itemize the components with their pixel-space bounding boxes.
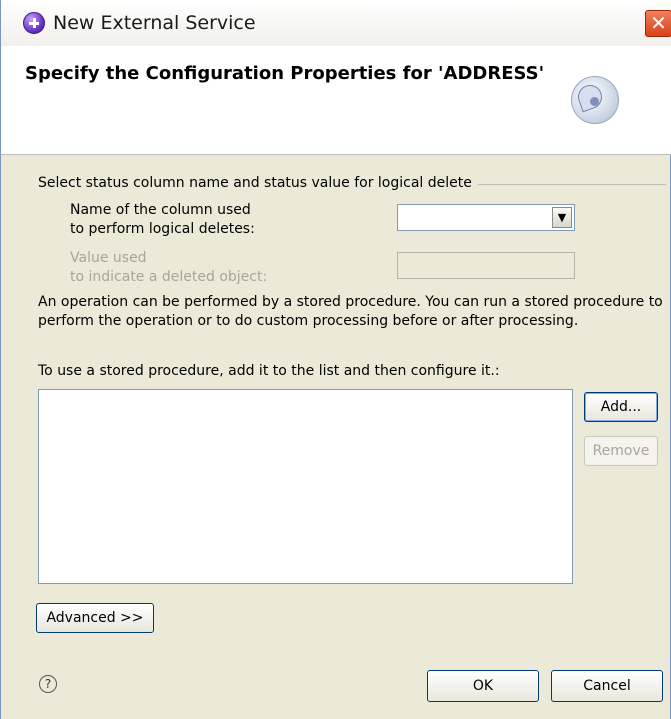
wizard-banner: Specify the Configuration Properties for… (1, 46, 671, 155)
close-icon: ✕ (650, 11, 667, 35)
window-title: New External Service (53, 12, 256, 34)
stored-procedure-list-label: To use a stored procedure, add it to the… (38, 363, 500, 379)
deleted-value-field (397, 252, 575, 279)
close-button[interactable]: ✕ (645, 10, 671, 37)
ok-button[interactable]: OK (427, 670, 539, 702)
cancel-button[interactable]: Cancel (551, 670, 663, 702)
chevron-down-icon[interactable]: ▼ (552, 207, 572, 228)
help-icon[interactable]: ? (39, 675, 57, 693)
add-button[interactable]: Add... (584, 392, 658, 422)
remove-button: Remove (584, 436, 658, 466)
title-bar: New External Service ✕ (1, 0, 671, 47)
deleted-value-label: Value used to indicate a deleted object: (70, 250, 268, 285)
page-title: Specify the Configuration Properties for… (25, 63, 545, 84)
column-name-combo[interactable]: ▼ (397, 204, 575, 231)
advanced-button[interactable]: Advanced >> (36, 603, 154, 633)
stored-procedure-list[interactable] (38, 389, 573, 584)
dial-icon (571, 76, 619, 124)
column-name-label: Name of the column used to perform logic… (70, 202, 255, 237)
dialog-window: New External Service ✕ Specify the Confi… (0, 0, 671, 719)
service-icon (23, 12, 45, 34)
stored-procedure-description: An operation can be performed by a store… (38, 294, 663, 329)
logical-delete-group-label: Select status column name and status val… (38, 175, 478, 191)
